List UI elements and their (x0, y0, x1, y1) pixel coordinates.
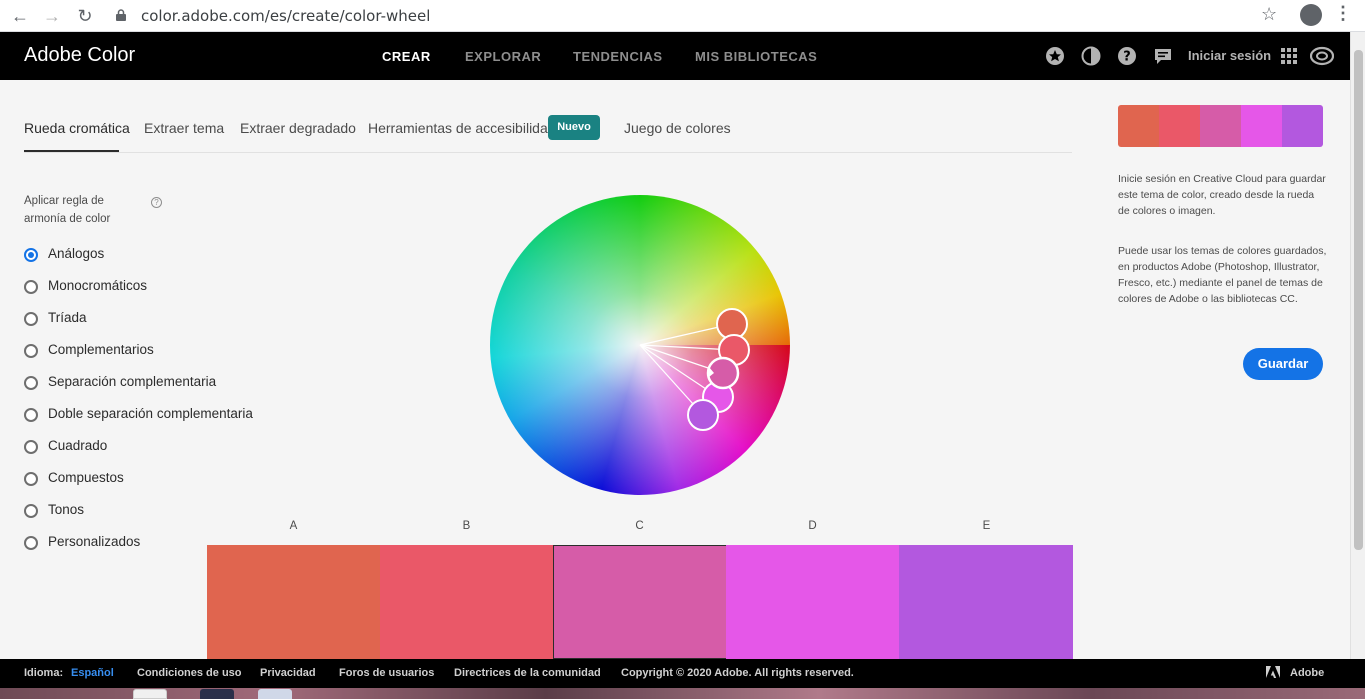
save-button[interactable]: Guardar (1243, 348, 1323, 380)
theme-contrast-icon[interactable] (1081, 46, 1101, 66)
tab-herramientas-accesibilidad[interactable]: Herramientas de accesibilidad (368, 120, 556, 136)
nav-mis-bibliotecas[interactable]: MIS BIBLIOTECAS (695, 49, 817, 64)
forward-arrow-icon[interactable]: → (40, 4, 64, 28)
swatch-c[interactable] (553, 545, 727, 659)
footer-link-conditions[interactable]: Condiciones de uso (137, 667, 242, 679)
theme-chip (1282, 105, 1323, 147)
footer-link-guidelines[interactable]: Directrices de la comunidad (454, 667, 601, 679)
signin-info-text: Inicie sesión en Creative Cloud para gua… (1118, 173, 1326, 217)
theme-chip (1118, 105, 1159, 147)
swatch-letter: D (808, 520, 817, 532)
tab-extraer-degradado[interactable]: Extraer degradado (240, 120, 356, 136)
rule-label: Personalizados (48, 534, 141, 549)
badge-star-icon[interactable] (1045, 46, 1065, 66)
taskbar-app[interactable] (258, 689, 292, 699)
radio-button[interactable] (24, 472, 38, 486)
page-footer: Idioma: Español Condiciones de uso Priva… (0, 659, 1365, 688)
radio-button[interactable] (24, 344, 38, 358)
footer-link-forums[interactable]: Foros de usuarios (339, 667, 434, 679)
taskbar-app[interactable] (133, 689, 167, 699)
tab-juego-de-colores[interactable]: Juego de colores (624, 120, 731, 136)
creative-cloud-icon[interactable] (1310, 46, 1334, 66)
help-circle-icon[interactable]: ? (151, 197, 162, 208)
radio-button[interactable] (24, 536, 38, 550)
nav-crear[interactable]: CREAR (382, 49, 431, 64)
harmony-rule-label: Aplicar regla de armonía de color (24, 195, 111, 225)
wheel-handle-e[interactable] (687, 399, 719, 431)
swatch-letter: E (982, 520, 991, 532)
wheel-handles (639, 308, 750, 431)
radio-button[interactable] (24, 376, 38, 390)
swatch-d[interactable] (726, 545, 900, 659)
radio-button[interactable] (24, 408, 38, 422)
adobe-logo-icon[interactable] (1266, 666, 1280, 680)
usage-info-text: Puede usar los temas de colores guardado… (1118, 245, 1327, 305)
rule-label: Cuadrado (48, 438, 108, 453)
back-arrow-icon[interactable]: ← (8, 4, 32, 28)
address-bar[interactable]: color.adobe.com/es/create/color-wheel (106, 3, 1246, 29)
footer-link-privacy[interactable]: Privacidad (260, 667, 316, 679)
theme-chip (1200, 105, 1241, 147)
taskbar-app[interactable] (200, 689, 234, 699)
rule-label: Monocromáticos (48, 278, 148, 293)
radio-button[interactable] (24, 440, 38, 454)
radio-button-selected[interactable] (24, 248, 38, 262)
scrollbar-thumb[interactable] (1354, 50, 1363, 550)
swatch-labels: A B C D E (207, 520, 1073, 536)
radio-button[interactable] (24, 504, 38, 518)
nav-explorar[interactable]: EXPLORAR (465, 49, 541, 64)
reload-icon[interactable]: ↻ (73, 4, 97, 28)
tab-rueda-cromatica[interactable]: Rueda cromática (24, 120, 130, 136)
theme-chip (1241, 105, 1282, 147)
account-icon[interactable] (1300, 4, 1322, 26)
url-text: color.adobe.com/es/create/color-wheel (141, 7, 431, 25)
new-badge: Nuevo (548, 115, 600, 140)
language-selector[interactable]: Español (71, 667, 114, 679)
os-taskbar (0, 688, 1365, 699)
adobe-footer-label[interactable]: Adobe (1290, 667, 1324, 679)
more-menu-icon[interactable]: ⋮ (1334, 3, 1352, 24)
star-icon[interactable]: ☆ (1261, 4, 1277, 25)
swatch-letter: B (462, 520, 471, 532)
swatch-e[interactable] (899, 545, 1073, 659)
lock-icon (116, 9, 126, 21)
brand-logo[interactable]: Adobe Color (24, 44, 135, 67)
radio-button[interactable] (24, 280, 38, 294)
language-label: Idioma: (24, 667, 64, 679)
nav-tendencias[interactable]: TENDENCIAS (573, 49, 663, 64)
rule-label: Doble separación complementaria (48, 406, 253, 421)
color-swatches (207, 545, 1073, 659)
signin-link[interactable]: Iniciar sesión (1188, 48, 1271, 63)
active-tab-indicator (24, 150, 119, 152)
swatch-letter: A (289, 520, 298, 532)
create-tabs: Rueda cromática Extraer tema Extraer deg… (24, 110, 1072, 153)
rule-label: Análogos (48, 246, 105, 261)
theme-chip (1159, 105, 1200, 147)
app-header: Adobe Color CREAR EXPLORAR TENDENCIAS MI… (0, 32, 1350, 80)
radio-button[interactable] (24, 312, 38, 326)
rule-label: Tonos (48, 502, 85, 517)
rule-label: Separación complementaria (48, 374, 217, 389)
swatch-a[interactable] (207, 545, 381, 659)
help-icon[interactable]: ? (1117, 46, 1137, 66)
svg-text:?: ? (1123, 50, 1131, 65)
tab-extraer-tema[interactable]: Extraer tema (144, 120, 224, 136)
swatch-letter: C (635, 520, 644, 532)
rule-label: Complementarios (48, 342, 154, 357)
chat-icon[interactable] (1153, 46, 1173, 66)
color-wheel[interactable] (490, 195, 790, 495)
copyright-text: Copyright © 2020 Adobe. All rights reser… (621, 667, 854, 679)
page-scrollbar[interactable] (1350, 32, 1365, 659)
swatch-b[interactable] (380, 545, 554, 659)
apps-grid-icon[interactable] (1279, 46, 1299, 66)
theme-preview (1118, 105, 1323, 147)
rule-label: Tríada (48, 310, 87, 325)
rule-label: Compuestos (48, 470, 124, 485)
browser-toolbar: ← → ↻ color.adobe.com/es/create/color-wh… (0, 0, 1365, 32)
